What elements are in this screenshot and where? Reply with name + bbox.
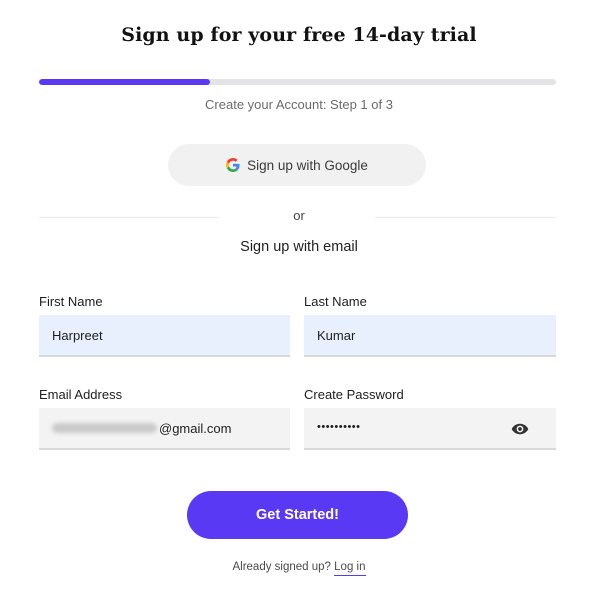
get-started-button[interactable]: Get Started!	[187, 491, 408, 539]
last-name-field[interactable]: Kumar	[304, 315, 556, 357]
google-icon	[226, 158, 240, 172]
google-signup-button[interactable]: Sign up with Google	[168, 144, 426, 186]
login-link[interactable]: Log in	[334, 561, 366, 576]
email-signup-heading: Sign up with email	[240, 239, 358, 255]
first-name-value: Harpreet	[52, 327, 103, 343]
password-field[interactable]: ••••••••••	[304, 408, 556, 450]
email-field[interactable]: @gmail.com	[39, 408, 290, 450]
already-signed-up-text: Already signed up?	[232, 561, 331, 573]
first-name-label: First Name	[39, 294, 103, 309]
divider-right	[375, 217, 556, 218]
last-name-value: Kumar	[317, 327, 356, 343]
eye-icon[interactable]	[511, 420, 529, 438]
step-indicator: Create your Account: Step 1 of 3	[205, 97, 393, 112]
page-title: Sign up for your free 14-day trial	[121, 24, 477, 46]
signup-progress-bar	[39, 79, 556, 85]
email-label: Email Address	[39, 387, 123, 402]
last-name-label: Last Name	[304, 294, 367, 309]
first-name-field[interactable]: Harpreet	[39, 315, 290, 357]
login-prompt: Already signed up? Log in	[0, 561, 598, 576]
or-separator: or	[293, 208, 305, 223]
password-masked-value: ••••••••••	[317, 421, 361, 433]
email-redacted	[52, 423, 157, 433]
password-label: Create Password	[304, 387, 404, 402]
google-signup-label: Sign up with Google	[247, 157, 368, 173]
signup-progress-fill	[39, 79, 210, 85]
email-visible-suffix: @gmail.com	[159, 420, 232, 436]
